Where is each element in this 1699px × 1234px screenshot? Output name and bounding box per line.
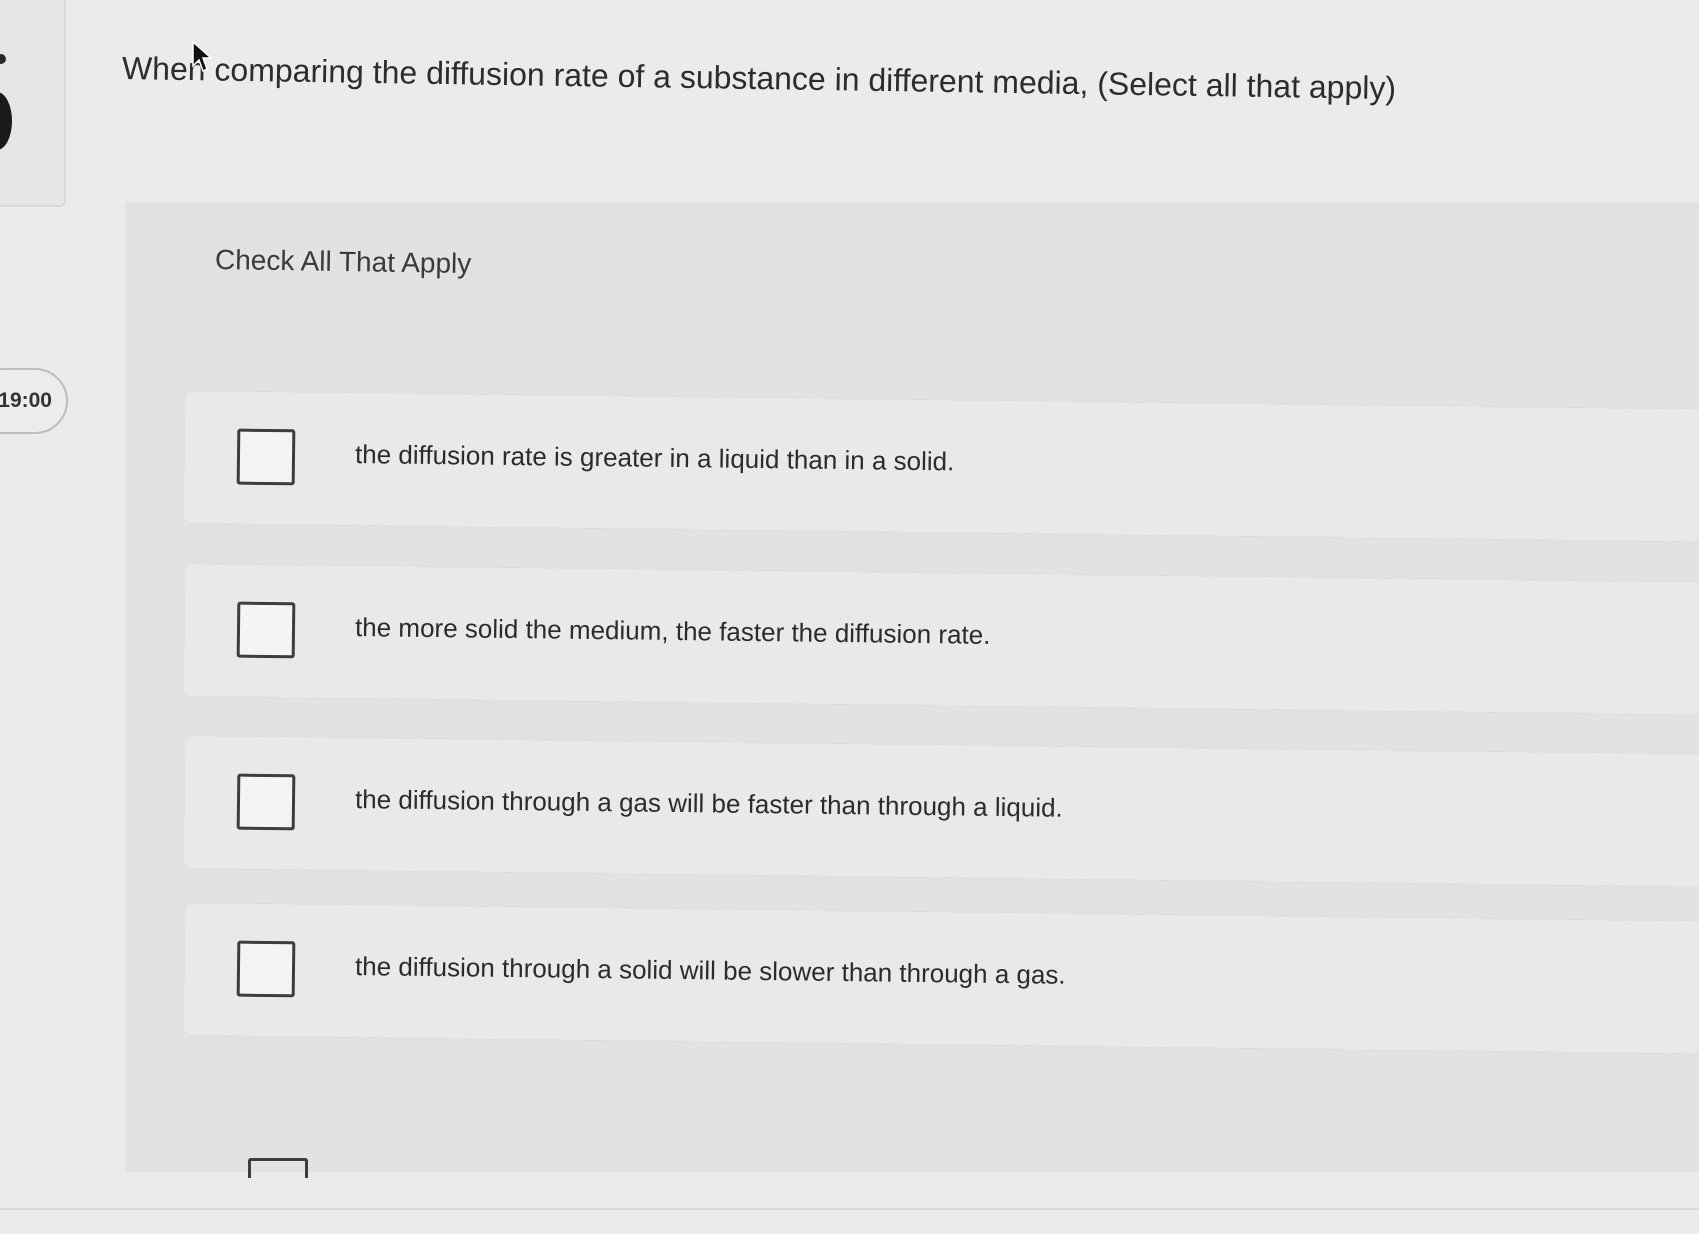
bottom-divider bbox=[0, 1208, 1699, 1210]
timer-badge: 19:00 bbox=[0, 368, 68, 434]
answer-checkbox-1[interactable] bbox=[236, 428, 296, 486]
answer-option-text-3: the diffusion through a gas will be fast… bbox=[354, 784, 1063, 823]
answer-option-1[interactable]: the diffusion rate is greater in a liqui… bbox=[184, 390, 1699, 543]
mouse-cursor-icon bbox=[192, 40, 213, 73]
left-sidebar-panel bbox=[0, 0, 66, 207]
answer-option-text-2: the more solid the medium, the faster th… bbox=[354, 612, 991, 650]
answer-checkbox-3[interactable] bbox=[236, 773, 296, 831]
answer-checkbox-2[interactable] bbox=[236, 601, 296, 659]
answer-option-3[interactable]: the diffusion through a gas will be fast… bbox=[184, 735, 1699, 888]
question-text: When comparing the diffusion rate of a s… bbox=[121, 50, 1397, 107]
answer-option-2[interactable]: the more solid the medium, the faster th… bbox=[184, 563, 1699, 716]
sidebar-toggle-handle[interactable] bbox=[0, 92, 12, 150]
answer-option-text-4: the diffusion through a solid will be sl… bbox=[354, 951, 1066, 990]
timer-text: 19:00 bbox=[0, 389, 52, 412]
answer-option-4[interactable]: the diffusion through a solid will be sl… bbox=[184, 902, 1699, 1055]
answer-option-text-1: the diffusion rate is greater in a liqui… bbox=[354, 439, 955, 477]
check-all-instruction: Check All That Apply bbox=[214, 244, 472, 280]
answer-checkbox-4[interactable] bbox=[236, 940, 296, 998]
partial-answer-checkbox[interactable] bbox=[248, 1158, 308, 1178]
sidebar-dot bbox=[0, 54, 6, 64]
